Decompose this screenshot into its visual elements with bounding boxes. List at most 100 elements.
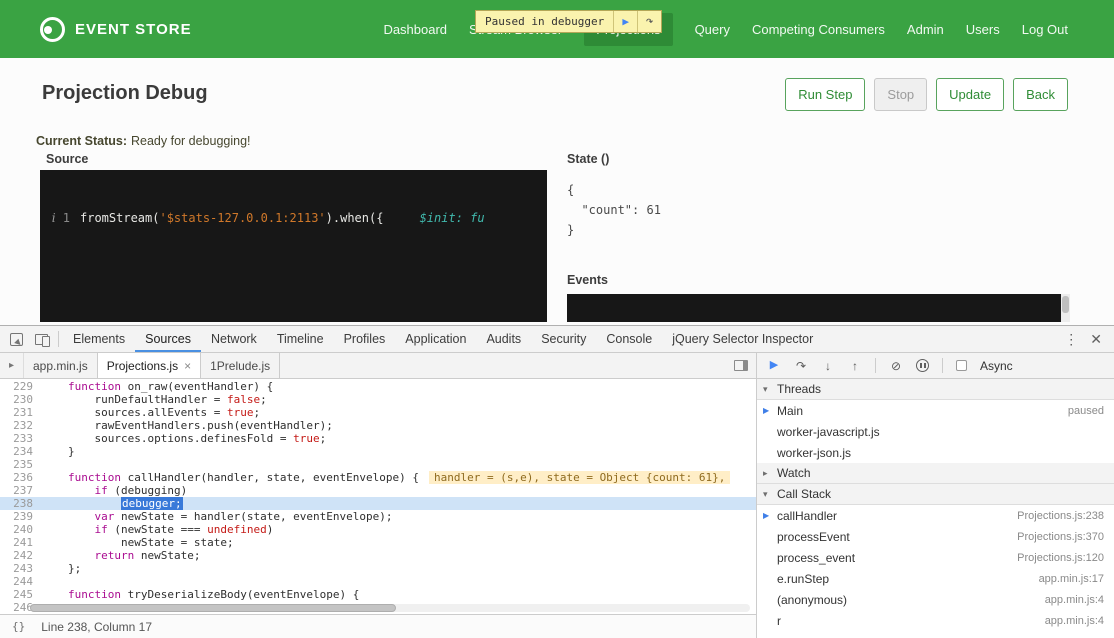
devtools-tab-audits[interactable]: Audits (476, 326, 531, 352)
horizontal-scrollbar[interactable] (30, 604, 750, 612)
nav-item-dashboard[interactable]: Dashboard (383, 13, 447, 46)
more-options-icon[interactable]: ⋮ (1056, 331, 1086, 348)
thread-row-worker-json.js[interactable]: worker-json.js (757, 442, 1114, 463)
thread-row-main[interactable]: ▶Mainpaused (757, 400, 1114, 421)
resume-script-icon[interactable]: ▶ (767, 360, 781, 371)
back-button[interactable]: Back (1013, 78, 1068, 111)
nav-item-competing-consumers[interactable]: Competing Consumers (752, 13, 885, 46)
call-stack-frame[interactable]: (anonymous)app.min.js:4 (757, 589, 1114, 610)
line-number[interactable]: 231 (0, 406, 42, 419)
show-navigator-icon[interactable]: ▸ (0, 353, 24, 378)
horizontal-scrollbar-thumb[interactable] (30, 604, 396, 612)
file-tab-app.min.js[interactable]: app.min.js (24, 353, 98, 378)
events-scrollbar[interactable] (1061, 294, 1070, 322)
call-stack-frame[interactable]: process_eventProjections.js:120 (757, 547, 1114, 568)
call-stack-frame[interactable]: e.runStepapp.min.js:17 (757, 568, 1114, 589)
line-code[interactable]: sources.allEvents = true; (42, 406, 260, 419)
nav-item-users[interactable]: Users (966, 13, 1000, 46)
call-stack-section-header[interactable]: ▾ Call Stack (757, 484, 1114, 505)
line-code[interactable]: }; (42, 562, 81, 575)
file-tab-1prelude.js[interactable]: 1Prelude.js (201, 353, 280, 378)
call-stack-frame[interactable]: ▶callHandlerProjections.js:238 (757, 505, 1114, 526)
code-token (68, 510, 95, 523)
line-number[interactable]: 236 (0, 471, 42, 484)
code-line: 241 newState = state; (0, 536, 756, 549)
line-number[interactable]: 239 (0, 510, 42, 523)
watch-title: Watch (777, 466, 811, 480)
line-code[interactable]: function tryDeserializeBody(eventEnvelop… (42, 588, 359, 601)
code-token: if (95, 484, 108, 497)
devtools-tab-jquery-selector-inspector[interactable]: jQuery Selector Inspector (662, 326, 823, 352)
threads-section-header[interactable]: ▾ Threads (757, 379, 1114, 400)
step-out-icon[interactable]: ↑ (848, 360, 862, 372)
line-number[interactable]: 230 (0, 393, 42, 406)
device-toolbar-icon[interactable] (35, 334, 48, 345)
devtools-tab-security[interactable]: Security (531, 326, 596, 352)
update-button[interactable]: Update (936, 78, 1004, 111)
line-code[interactable] (42, 458, 68, 471)
line-code[interactable]: } (42, 445, 75, 458)
line-number[interactable]: 235 (0, 458, 42, 471)
cursor-position: Line 238, Column 17 (41, 620, 152, 634)
line-code[interactable]: debugger; (42, 497, 183, 510)
line-number[interactable]: 229 (0, 380, 42, 393)
source-code-editor[interactable]: i 1 fromStream('$stats-127.0.0.1:2113').… (40, 170, 547, 322)
line-number[interactable]: 243 (0, 562, 42, 575)
step-into-icon[interactable]: ↓ (821, 360, 835, 372)
events-scrollbar-thumb[interactable] (1062, 296, 1069, 313)
toggle-sidebar-icon[interactable] (734, 360, 748, 371)
close-tab-icon[interactable]: × (184, 359, 191, 373)
line-number[interactable]: 234 (0, 445, 42, 458)
file-tab-projections.js[interactable]: Projections.js× (98, 353, 201, 378)
pause-on-exceptions-icon[interactable] (916, 359, 929, 372)
line-code[interactable]: rawEventHandlers.push(eventHandler); (42, 419, 333, 432)
line-number[interactable]: 242 (0, 549, 42, 562)
line-code[interactable]: if (newState === undefined) (42, 523, 273, 536)
line-number[interactable]: 241 (0, 536, 42, 549)
line-code[interactable]: return newState; (42, 549, 200, 562)
thread-name: worker-json.js (777, 446, 851, 460)
line-number[interactable]: 245 (0, 588, 42, 601)
line-code[interactable]: runDefaultHandler = false; (42, 393, 267, 406)
pretty-print-icon[interactable]: {} (12, 620, 25, 633)
close-devtools-icon[interactable]: ✕ (1086, 331, 1114, 348)
line-code[interactable]: var newState = handler(state, eventEnvel… (42, 510, 393, 523)
line-number[interactable]: 238 (0, 497, 42, 510)
call-stack-frame[interactable]: rapp.min.js:4 (757, 610, 1114, 631)
thread-row-worker-javascript.js[interactable]: worker-javascript.js (757, 421, 1114, 442)
watch-section-header[interactable]: ▸ Watch (757, 463, 1114, 484)
code-token: tryDeserializeBody(eventEnvelope) { (121, 588, 359, 601)
line-number[interactable]: 240 (0, 523, 42, 536)
line-code[interactable]: sources.options.definesFold = true; (42, 432, 326, 445)
devtools-tab-elements[interactable]: Elements (63, 326, 135, 352)
deactivate-breakpoints-icon[interactable]: ⊘ (889, 360, 903, 372)
line-code[interactable]: newState = state; (42, 536, 234, 549)
nav-item-log-out[interactable]: Log Out (1022, 13, 1068, 46)
line-code[interactable]: if (debugging) (42, 484, 187, 497)
line-code[interactable]: function on_raw(eventHandler) { (42, 380, 273, 393)
call-stack-frame[interactable]: processEventProjections.js:370 (757, 526, 1114, 547)
line-code[interactable] (42, 575, 68, 588)
devtools-tab-sources[interactable]: Sources (135, 326, 201, 352)
banner-resume-button[interactable]: ▶ (613, 11, 637, 32)
run-step-button[interactable]: Run Step (785, 78, 865, 111)
line-number[interactable]: 244 (0, 575, 42, 588)
source-gutter[interactable]: i 1 (40, 210, 80, 227)
nav-item-query[interactable]: Query (695, 13, 730, 46)
stop-button[interactable]: Stop (874, 78, 927, 111)
line-code[interactable]: function callHandler(handler, state, eve… (42, 471, 730, 484)
async-checkbox[interactable] (956, 360, 967, 371)
line-number[interactable]: 233 (0, 432, 42, 445)
devtools-tab-console[interactable]: Console (596, 326, 662, 352)
banner-step-over-button[interactable]: ↷ (637, 11, 661, 32)
devtools-tab-network[interactable]: Network (201, 326, 267, 352)
devtools-tab-application[interactable]: Application (395, 326, 476, 352)
inspect-element-icon[interactable] (10, 333, 23, 346)
nav-item-admin[interactable]: Admin (907, 13, 944, 46)
line-number[interactable]: 237 (0, 484, 42, 497)
line-number[interactable]: 232 (0, 419, 42, 432)
step-over-icon[interactable]: ↷ (794, 360, 808, 372)
events-editor[interactable]: 1 ▾ { 2 "correlationId": "06303703-8837-… (567, 294, 1061, 322)
devtools-tab-timeline[interactable]: Timeline (267, 326, 334, 352)
devtools-tab-profiles[interactable]: Profiles (334, 326, 396, 352)
